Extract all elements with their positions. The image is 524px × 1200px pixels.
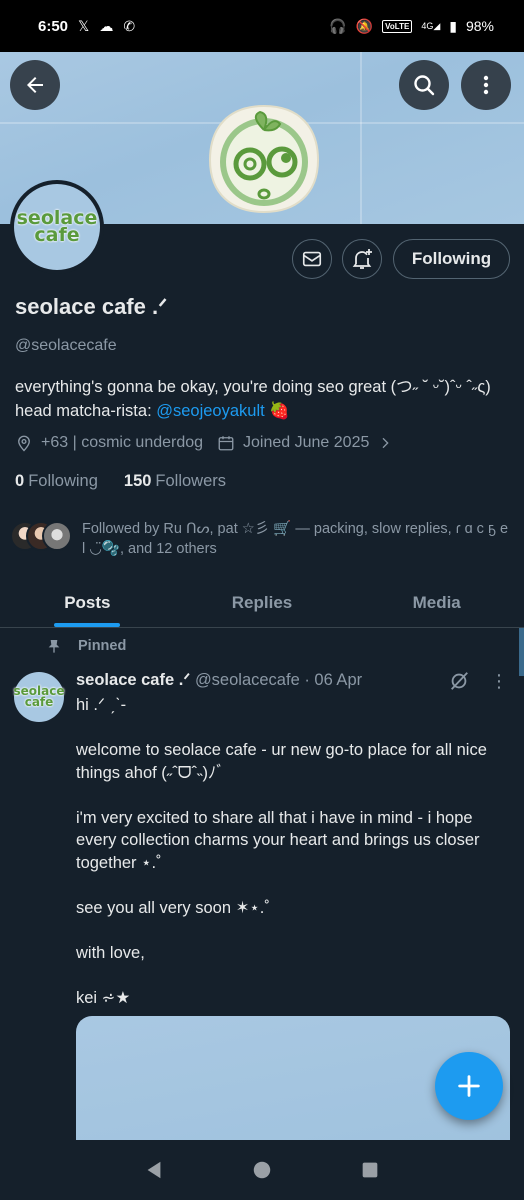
- profile-bio: everything's gonna be okay, you're doing…: [15, 378, 491, 420]
- volte-badge: VoLTE: [382, 19, 413, 33]
- matcha-bun-illustration: [208, 104, 320, 214]
- nav-recents-icon[interactable]: [359, 1159, 381, 1181]
- search-icon: [414, 75, 435, 96]
- compose-button[interactable]: [435, 1052, 503, 1120]
- profile-avatar[interactable]: seolace cafe: [10, 180, 104, 274]
- post-avatar[interactable]: seolace cafe: [14, 672, 65, 722]
- followed-by[interactable]: Followed by Ru ᑎᔕ, pat ☆彡 🛒 — packing, s…: [10, 519, 515, 559]
- battery-icon: ▮: [449, 18, 457, 34]
- system-nav-bar: [0, 1140, 524, 1200]
- headphones-icon: 🎧: [329, 18, 347, 34]
- more-vertical-icon: [483, 75, 489, 95]
- post-paragraph: kei ⩫★: [76, 988, 131, 1007]
- plus-icon: [458, 1075, 480, 1097]
- display-name: seolace cafe .ᐟ: [15, 294, 168, 319]
- notifications-button[interactable]: [342, 239, 382, 279]
- status-bar: 6:50 𝕏 ☁ ✆ 🎧 🔕 VoLTE 4G◢ ▮ 98%: [0, 0, 524, 52]
- signal-icon: 4G◢: [421, 20, 441, 31]
- more-options-button[interactable]: [461, 60, 511, 110]
- avatar-logo-line2: cafe: [34, 224, 80, 246]
- nav-home-icon[interactable]: [251, 1159, 273, 1181]
- viber-icon: ✆: [123, 18, 136, 34]
- tab-replies[interactable]: Replies: [175, 578, 350, 627]
- bio-mention-link[interactable]: @seojeoyakult: [156, 402, 264, 420]
- calendar-icon: [218, 436, 234, 451]
- following-button[interactable]: Following: [393, 239, 510, 279]
- avatar: [42, 521, 72, 551]
- message-button[interactable]: [292, 239, 332, 279]
- post-author[interactable]: seolace cafe .ᐟ: [76, 671, 190, 689]
- post-text: hi .ᐟ ˏˋ- welcome to seolace cafe - ur n…: [76, 694, 506, 1032]
- scrollbar[interactable]: [519, 628, 524, 676]
- location-icon: [18, 435, 30, 452]
- joined-date[interactable]: Joined June 2025: [217, 434, 393, 452]
- bell-plus-icon: [352, 249, 372, 269]
- profile-tabs: Posts Replies Media: [0, 578, 524, 628]
- post-paragraph: see you all very soon ✶⋆.˚: [76, 898, 270, 917]
- tab-posts[interactable]: Posts: [0, 578, 175, 627]
- profile-meta: +63 | cosmic underdog Joined June 2025: [15, 434, 393, 452]
- active-tab-indicator: [54, 623, 121, 627]
- status-time: 6:50: [38, 17, 69, 35]
- follow-stats: 0 Following 150 Followers: [15, 472, 226, 491]
- avatar-image: seolace cafe: [14, 184, 100, 270]
- follower-avatars: [10, 521, 72, 555]
- pin-icon: [48, 640, 60, 653]
- followers-count-link[interactable]: 150 Followers: [124, 472, 226, 491]
- pinned-indicator: Pinned: [46, 638, 126, 654]
- x-app-icon: 𝕏: [78, 18, 90, 34]
- post-handle-date: @seolacecafe · 06 Apr: [194, 671, 363, 689]
- battery-percent: 98%: [465, 18, 494, 34]
- strawberry-emoji: 🍓: [269, 402, 290, 420]
- mute-icon: 🔕: [355, 18, 374, 34]
- cloud-icon: ☁: [99, 18, 114, 34]
- chevron-right-icon: [382, 437, 389, 449]
- search-button[interactable]: [399, 60, 449, 110]
- location: +63 | cosmic underdog: [15, 434, 203, 452]
- post-paragraph: hi .ᐟ ˏˋ-: [76, 696, 127, 714]
- post-paragraph: i'm very excited to share all that i hav…: [76, 808, 480, 872]
- post-paragraph: welcome to seolace cafe - ur new go-to p…: [76, 741, 487, 782]
- post-header: seolace cafe .ᐟ @seolacecafe · 06 Apr: [76, 670, 362, 690]
- profile-handle: @seolacecafe: [15, 337, 117, 354]
- post-paragraph: with love,: [76, 943, 145, 962]
- back-button[interactable]: [10, 60, 60, 110]
- grok-icon[interactable]: [448, 670, 470, 692]
- following-count-link[interactable]: 0 Following: [15, 472, 98, 491]
- nav-back-icon[interactable]: [143, 1159, 165, 1181]
- followed-by-text: Followed by Ru ᑎᔕ, pat ☆彡 🛒 — packing, s…: [82, 521, 509, 557]
- banner-crease: [360, 52, 362, 224]
- post-more-icon[interactable]: ⋮: [490, 672, 508, 690]
- tab-media[interactable]: Media: [349, 578, 524, 627]
- mail-icon: [302, 251, 322, 267]
- back-arrow-icon: [27, 77, 43, 93]
